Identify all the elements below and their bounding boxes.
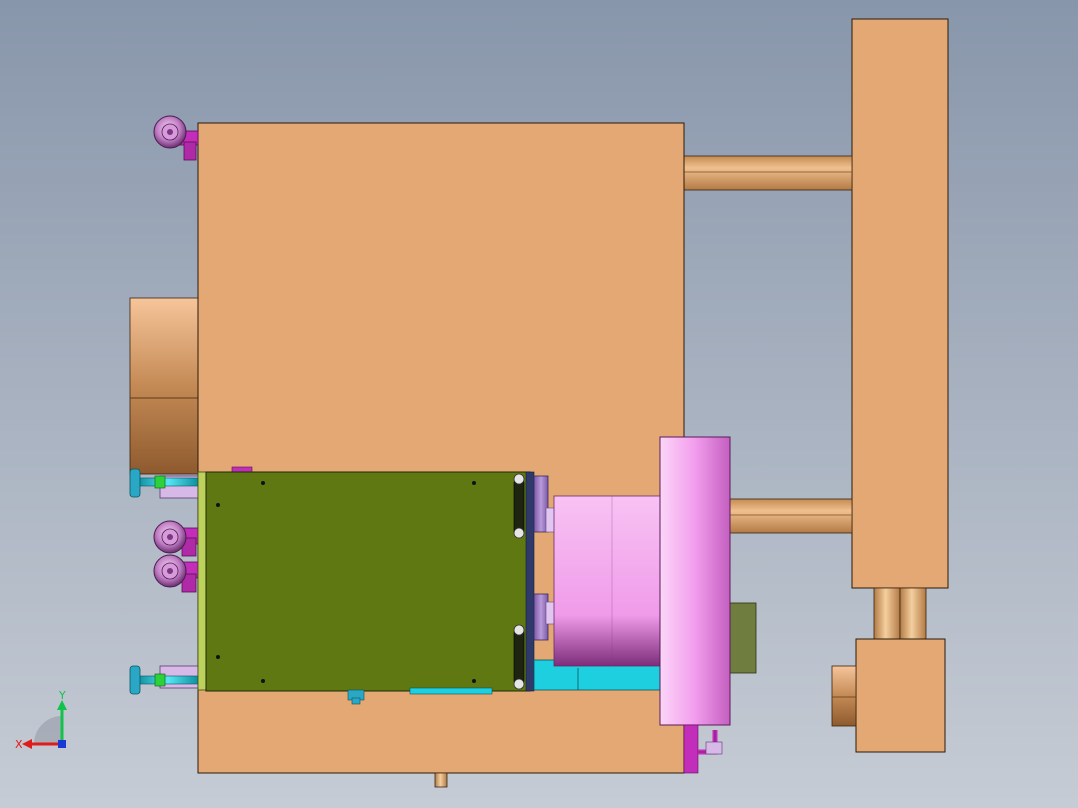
x-axis-label: X	[15, 738, 23, 751]
vertical-rod-left[interactable]	[873, 587, 901, 641]
tie-rod-upper[interactable]	[683, 155, 853, 191]
y-axis-label: Y	[58, 689, 66, 702]
caster-top-left[interactable]	[153, 115, 199, 161]
cad-viewport[interactable]: Y X	[0, 0, 1078, 808]
z-axis-marker	[58, 740, 66, 748]
left-cylinder[interactable]	[129, 297, 199, 475]
caster-left-mid-1[interactable]	[153, 520, 199, 557]
caster-left-mid-2[interactable]	[153, 554, 199, 593]
bottom-nozzle[interactable]	[434, 772, 448, 788]
cad-model[interactable]	[0, 0, 1078, 808]
pink-cylinder[interactable]	[553, 495, 663, 667]
handle-lower[interactable]	[513, 624, 525, 690]
vertical-rod-right[interactable]	[899, 587, 927, 641]
olive-box[interactable]	[727, 602, 757, 674]
handle-upper[interactable]	[513, 473, 525, 539]
axis-triad: Y X	[15, 689, 67, 751]
cylinder-stub[interactable]	[831, 665, 857, 727]
valve-left-lower[interactable]	[129, 665, 199, 695]
green-block[interactable]	[197, 471, 535, 692]
cylinder-block[interactable]	[855, 638, 946, 753]
x-axis-arrow	[22, 739, 32, 749]
right-platen[interactable]	[851, 18, 949, 589]
tie-rod-lower[interactable]	[729, 498, 853, 534]
magenta-pipe[interactable]	[683, 724, 723, 774]
cyan-bar-bottom[interactable]	[409, 687, 493, 695]
pink-disc[interactable]	[659, 436, 731, 726]
